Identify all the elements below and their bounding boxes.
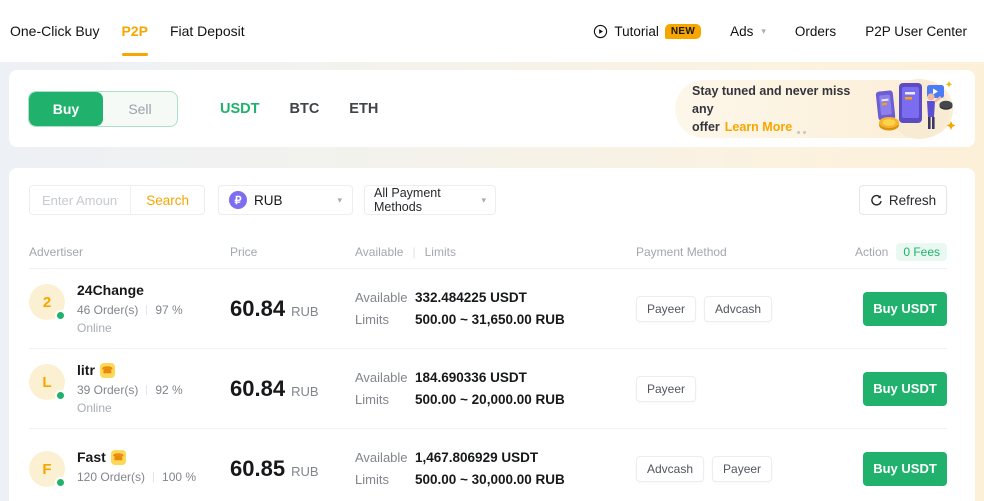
coin-tabs: USDT BTC ETH — [220, 101, 378, 117]
sell-toggle[interactable]: Sell — [103, 92, 177, 126]
payment-tags: Advcash Payeer — [636, 456, 837, 482]
coin-tab-eth[interactable]: ETH — [349, 101, 378, 117]
coin-tab-usdt[interactable]: USDT — [220, 101, 259, 117]
buy-sell-toggle: Buy Sell — [28, 91, 178, 127]
payment-tag[interactable]: Payeer — [712, 456, 772, 482]
table-header: Advertiser Price Available | Limits Paym… — [29, 235, 947, 269]
payment-tags: Payeer Advcash — [636, 296, 837, 322]
promo-illustration-icon — [859, 75, 961, 146]
tutorial-link[interactable]: Tutorial NEW — [593, 24, 701, 39]
payment-tag[interactable]: Advcash — [704, 296, 772, 322]
search-button[interactable]: Search — [131, 193, 204, 208]
advertiser-stats: 39 Order(s) 92 % — [77, 383, 183, 397]
available-limits-cell: Available 332.484225 USDT Limits 500.00 … — [355, 290, 636, 327]
online-status-dot — [55, 477, 66, 488]
promo-text: Stay tuned and never miss any offerLearn… — [692, 82, 860, 136]
orders-label: Orders — [795, 24, 836, 39]
offer-row: F Fast ☎ 120 Order(s) 100 % — [29, 429, 947, 501]
advertiser-avatar[interactable]: 2 — [29, 284, 65, 320]
ruble-coin-icon: ₽ — [229, 191, 247, 209]
currency-select[interactable]: ₽ RUB ▾ — [218, 185, 353, 215]
trade-selector-card: Buy Sell USDT BTC ETH Stay tuned and nev… — [9, 70, 975, 147]
advertiser-avatar[interactable]: F — [29, 451, 65, 487]
header-available-limits: Available | Limits — [355, 245, 636, 259]
advertiser-avatar[interactable]: L — [29, 364, 65, 400]
header-payment-method: Payment Method — [636, 245, 837, 259]
advertiser-name[interactable]: 24Change — [77, 282, 183, 298]
offer-row: L litr ☎ 39 Order(s) 92 % Onli — [29, 349, 947, 429]
header-price: Price — [230, 245, 355, 259]
user-center-label: P2P User Center — [865, 24, 967, 39]
carousel-dots — [797, 131, 806, 134]
payment-tags: Payeer — [636, 376, 837, 402]
buy-usdt-button[interactable]: Buy USDT — [863, 292, 947, 326]
coin-tab-btc[interactable]: BTC — [289, 101, 319, 117]
online-status-dot — [55, 390, 66, 401]
new-badge: NEW — [665, 24, 701, 39]
tutorial-label: Tutorial — [614, 24, 659, 39]
chevron-down-icon: ▾ — [761, 26, 766, 37]
ads-label: Ads — [730, 24, 753, 39]
advertiser-status: Online — [77, 401, 183, 415]
refresh-icon — [870, 194, 883, 207]
zero-fees-badge: 0 Fees — [896, 243, 947, 261]
buy-usdt-button[interactable]: Buy USDT — [863, 372, 947, 406]
payment-method-select[interactable]: All Payment Methods ▾ — [364, 185, 496, 215]
p2p-user-center-link[interactable]: P2P User Center — [865, 24, 967, 39]
learn-more-link[interactable]: Learn More — [725, 120, 792, 134]
currency-value: RUB — [254, 193, 283, 208]
advertiser-stats: 46 Order(s) 97 % — [77, 303, 183, 317]
available-limits-cell: Available 1,467.806929 USDT Limits 500.0… — [355, 450, 636, 487]
nav-right-links: Tutorial NEW Ads ▾ Orders P2P User Cente… — [593, 24, 967, 39]
offers-card: Search ₽ RUB ▾ All Payment Methods ▾ — [9, 168, 975, 501]
phone-verified-icon: ☎ — [100, 363, 115, 378]
payment-method-value: All Payment Methods — [374, 186, 479, 214]
orders-link[interactable]: Orders — [795, 24, 836, 39]
advertiser-name[interactable]: Fast ☎ — [77, 449, 196, 465]
amount-input[interactable] — [30, 193, 130, 208]
tab-p2p[interactable]: P2P — [110, 0, 158, 62]
online-status-dot — [55, 310, 66, 321]
top-navigation: One-Click Buy P2P Fiat Deposit Tutorial … — [0, 0, 984, 62]
advertiser-status: Online — [77, 321, 183, 335]
header-divider: | — [412, 245, 415, 259]
payment-tag[interactable]: Advcash — [636, 456, 704, 482]
price-cell: 60.84RUB — [230, 296, 355, 322]
p2p-trading-page: One-Click Buy P2P Fiat Deposit Tutorial … — [0, 0, 984, 501]
tab-one-click-buy[interactable]: One-Click Buy — [10, 0, 110, 62]
payment-tag[interactable]: Payeer — [636, 296, 696, 322]
price-cell: 60.85RUB — [230, 456, 355, 482]
available-limits-cell: Available 184.690336 USDT Limits 500.00 … — [355, 370, 636, 407]
filter-bar: Search ₽ RUB ▾ All Payment Methods ▾ — [29, 185, 947, 215]
buy-usdt-button[interactable]: Buy USDT — [863, 452, 947, 486]
amount-search-box: Search — [29, 185, 205, 215]
advertiser-stats: 120 Order(s) 100 % — [77, 470, 196, 484]
advertiser-name[interactable]: litr ☎ — [77, 362, 183, 378]
price-cell: 60.84RUB — [230, 376, 355, 402]
phone-verified-icon: ☎ — [111, 450, 126, 465]
refresh-button[interactable]: Refresh — [859, 185, 947, 215]
header-advertiser: Advertiser — [29, 245, 230, 259]
ads-menu[interactable]: Ads ▾ — [730, 24, 766, 39]
refresh-label: Refresh — [889, 193, 936, 208]
buy-toggle[interactable]: Buy — [29, 92, 103, 126]
promo-banner[interactable]: Stay tuned and never miss any offerLearn… — [675, 80, 953, 138]
chevron-down-icon: ▾ — [481, 195, 486, 206]
header-action: Action 0 Fees — [837, 243, 947, 261]
offer-row: 2 24Change 46 Order(s) 97 % Online — [29, 269, 947, 349]
payment-tag[interactable]: Payeer — [636, 376, 696, 402]
tab-fiat-deposit[interactable]: Fiat Deposit — [159, 0, 256, 62]
play-circle-icon — [593, 24, 608, 39]
chevron-down-icon: ▾ — [337, 195, 342, 206]
nav-tabs: One-Click Buy P2P Fiat Deposit — [10, 0, 256, 62]
